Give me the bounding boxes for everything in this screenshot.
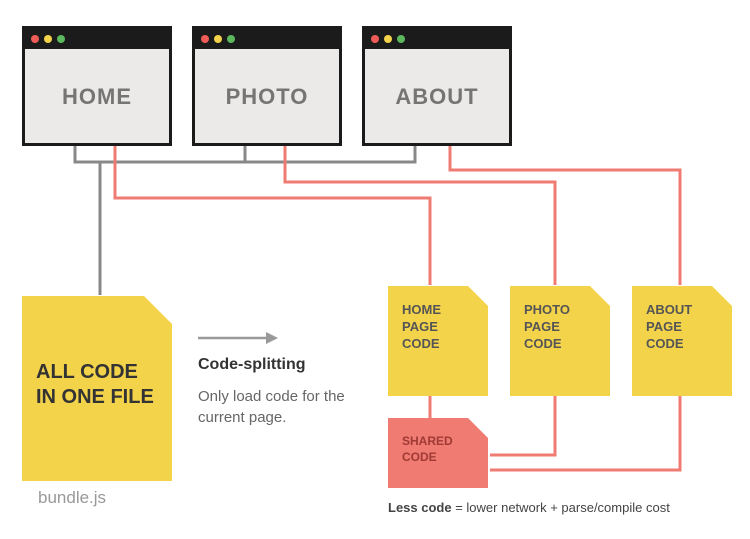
traffic-light-green-icon xyxy=(57,35,65,43)
arrow-right-icon xyxy=(198,328,278,348)
file-text: PHOTO PAGE CODE xyxy=(524,302,596,353)
file-text: ABOUT PAGE CODE xyxy=(646,302,718,353)
file-corner-icon xyxy=(144,296,172,324)
file-corner-icon xyxy=(590,286,610,306)
traffic-light-red-icon xyxy=(371,35,379,43)
file-text: HOME PAGE CODE xyxy=(402,302,474,353)
browser-label: HOME xyxy=(25,49,169,144)
file-photo-chunk: PHOTO PAGE CODE xyxy=(510,286,610,396)
file-shared-chunk: SHARED CODE xyxy=(388,418,488,488)
description-heading: Code-splitting xyxy=(198,356,363,374)
file-text: SHARED CODE xyxy=(402,434,474,465)
window-titlebar xyxy=(365,29,509,49)
traffic-light-yellow-icon xyxy=(214,35,222,43)
file-home-chunk: HOME PAGE CODE xyxy=(388,286,488,396)
footnote: Less code = lower network + parse/compil… xyxy=(388,500,670,515)
window-titlebar xyxy=(195,29,339,49)
traffic-light-red-icon xyxy=(31,35,39,43)
file-corner-icon xyxy=(712,286,732,306)
traffic-light-green-icon xyxy=(227,35,235,43)
browser-window-about: ABOUT xyxy=(362,26,512,146)
file-about-chunk: ABOUT PAGE CODE xyxy=(632,286,732,396)
browser-label: ABOUT xyxy=(365,49,509,144)
description-text: Only load code for the current page. xyxy=(198,386,363,428)
window-titlebar xyxy=(25,29,169,49)
footnote-rest: = lower network + parse/compile cost xyxy=(452,500,670,515)
bundle-filename: bundle.js xyxy=(38,488,106,508)
browser-window-photo: PHOTO xyxy=(192,26,342,146)
traffic-light-yellow-icon xyxy=(44,35,52,43)
description-block: Code-splitting Only load code for the cu… xyxy=(198,356,363,428)
traffic-light-green-icon xyxy=(397,35,405,43)
browser-window-home: HOME xyxy=(22,26,172,146)
file-corner-icon xyxy=(468,286,488,306)
file-corner-icon xyxy=(468,418,488,438)
browser-label: PHOTO xyxy=(195,49,339,144)
traffic-light-yellow-icon xyxy=(384,35,392,43)
file-text: ALL CODE IN ONE FILE xyxy=(36,360,158,410)
file-bundle: ALL CODE IN ONE FILE xyxy=(22,296,172,481)
traffic-light-red-icon xyxy=(201,35,209,43)
footnote-bold: Less code xyxy=(388,500,452,515)
